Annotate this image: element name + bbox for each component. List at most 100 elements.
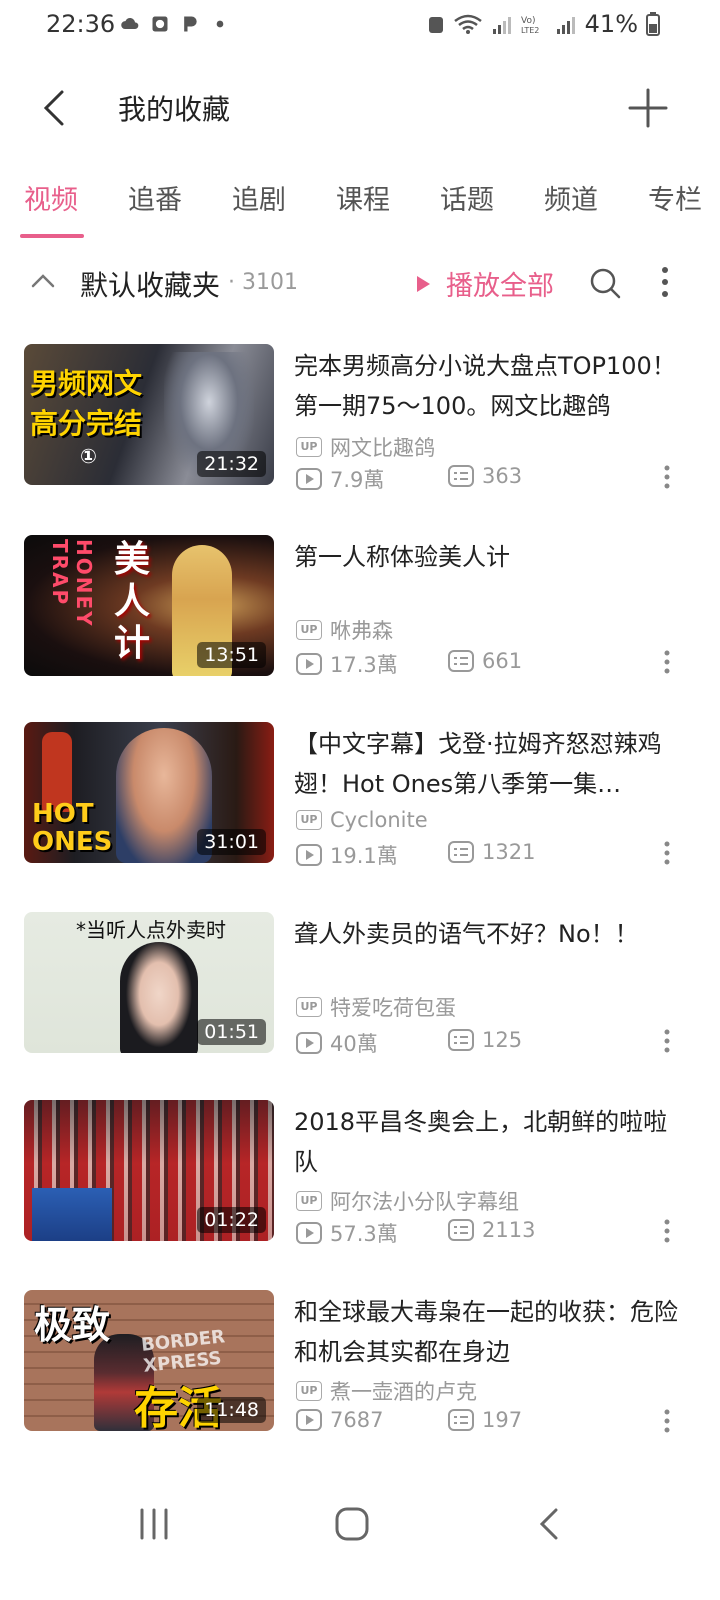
play-count-icon [296,1409,322,1431]
view-count: 40萬 [296,1028,378,1058]
wifi-icon [453,14,482,34]
thumb-seat [32,1188,112,1241]
video-item[interactable]: *当听人点外卖时 01:51 聋人外卖员的语气不好？No！！ UP 特爱吃荷包蛋… [0,912,720,1056]
play-count-icon [296,1222,322,1244]
status-bar: 22:36 Vo) LTE2 41% [0,0,720,52]
add-icon[interactable] [626,86,670,130]
video-stats: 17.3萬 661 [296,649,676,679]
video-stats: 57.3萬 2113 [296,1218,676,1248]
video-item[interactable]: 01:22 2018平昌冬奥会上，北朝鲜的啦啦队 UP 阿尔法小分队字幕组 57… [0,1100,720,1246]
more-vertical-icon[interactable] [660,649,674,675]
signal-r-icon [492,17,511,34]
comment-count-text: 661 [482,649,523,673]
tab-video[interactable]: 视频 [24,178,78,217]
more-vertical-icon[interactable] [660,464,674,490]
comment-count-text: 363 [482,464,523,488]
video-item[interactable]: HOT ONES 31:01 【中文字幕】戈登·拉姆齐怒怼辣鸡翅！Hot One… [0,722,720,868]
danmaku-icon [448,1029,474,1051]
comment-count-text: 125 [482,1028,523,1052]
uploader[interactable]: UP 咻弗森 [296,615,393,645]
battery-percent: 41% [584,10,638,38]
danmaku-icon [448,650,474,672]
danmaku-icon [448,465,474,487]
thumb-caption: HOT ONES [32,799,113,857]
video-title: 【中文字幕】戈登·拉姆齐怒怼辣鸡翅！Hot Ones第八季第一集… [294,730,662,798]
uploader[interactable]: UP Cyclonite [296,808,428,832]
danmaku-icon [448,1219,474,1241]
danmaku-icon [448,841,474,863]
tab-course[interactable]: 课程 [336,178,390,217]
uploader-name: 网文比趣鸽 [330,436,435,460]
video-thumbnail: 男频网文 高分完结 ① 21:32 [24,344,274,485]
uploader[interactable]: UP 网文比趣鸽 [296,432,435,462]
danmaku-icon [448,1409,474,1431]
uploader-name: 特爱吃荷包蛋 [330,996,456,1020]
dot-icon [216,20,224,28]
back-icon[interactable] [36,86,76,130]
play-all-button[interactable]: 播放全部 [414,264,554,303]
video-title: 2018平昌冬奥会上，北朝鲜的啦啦队 [294,1108,668,1176]
uploader[interactable]: UP 煮一壶酒的卢克 [296,1376,477,1406]
home-icon[interactable] [330,1502,374,1546]
video-thumbnail: 01:22 [24,1100,274,1241]
back-nav-icon[interactable] [528,1502,572,1546]
comment-count-text: 197 [482,1408,523,1432]
view-count: 17.3萬 [296,649,398,679]
video-duration: 11:48 [197,1397,266,1423]
more-vertical-icon[interactable] [660,840,674,866]
uploader-name: 煮一壶酒的卢克 [330,1380,477,1404]
video-duration: 01:51 [197,1019,266,1045]
video-item[interactable]: 极致 BORDER XPRESS 存活 11:48 和全球最大毒枭在一起的收获：… [0,1290,720,1434]
tab-column[interactable]: 专栏 [648,178,702,217]
svg-text:LTE2: LTE2 [521,26,539,35]
video-duration: 31:01 [197,829,266,855]
tab-channel[interactable]: 频道 [544,178,598,217]
up-badge-icon: UP [296,1381,322,1401]
play-icon [417,275,430,292]
play-count-icon [296,1032,322,1054]
active-tab-indicator [20,234,84,238]
tab-drama[interactable]: 追剧 [232,178,286,217]
view-count: 57.3萬 [296,1218,398,1248]
video-item[interactable]: 美人计 HONEY TRAP 13:51 第一人称体验美人计 UP 咻弗森 17… [0,535,720,677]
comment-count: 363 [448,464,522,488]
video-title: 第一人称体验美人计 [294,543,510,571]
comment-count: 197 [448,1408,522,1432]
more-vertical-icon[interactable] [660,1218,674,1244]
video-stats: 7.9萬 363 [296,464,676,494]
view-count-text: 7687 [330,1408,384,1432]
signal-icon [556,17,575,34]
tab-anime[interactable]: 追番 [128,178,182,217]
chevron-up-icon[interactable] [30,268,56,294]
tab-topic[interactable]: 话题 [440,178,494,217]
video-stats: 40萬 125 [296,1028,676,1058]
view-count: 7687 [296,1408,383,1432]
thumb-caption: 高分完结 [30,407,143,440]
more-vertical-icon[interactable] [660,1408,674,1434]
video-item[interactable]: 男频网文 高分完结 ① 21:32 完本男频高分小说大盘点TOP100！第一期7… [0,344,720,492]
comment-count: 661 [448,649,522,673]
play-all-label: 播放全部 [446,271,554,302]
thumb-caption: 男频网文 [30,367,143,400]
uploader[interactable]: UP 阿尔法小分队字幕组 [296,1186,519,1216]
category-tabs: 视频 追番 追剧 课程 话题 频道 专栏 [0,178,720,240]
battery-icon [646,12,660,36]
up-badge-icon: UP [296,1191,322,1211]
search-icon[interactable] [588,266,622,300]
video-title: 聋人外卖员的语气不好？No！！ [294,920,639,948]
more-vertical-icon[interactable] [660,1028,674,1054]
volte-icon: Vo)LTE2 [521,16,539,35]
video-thumbnail: *当听人点外卖时 01:51 [24,912,274,1053]
up-badge-icon: UP [296,437,322,457]
play-count-icon [296,653,322,675]
recents-icon[interactable] [132,1502,176,1546]
uploader-name: 阿尔法小分队字幕组 [330,1190,519,1214]
play-count-icon [296,468,322,490]
uploader[interactable]: UP 特爱吃荷包蛋 [296,992,456,1022]
svg-text:Vo): Vo) [521,16,535,26]
more-vertical-icon[interactable] [654,264,676,300]
play-count-icon [296,844,322,866]
video-thumbnail: HOT ONES 31:01 [24,722,274,863]
thumb-caption: BORDER XPRESS [140,1326,226,1377]
alarm-icon [428,17,443,33]
